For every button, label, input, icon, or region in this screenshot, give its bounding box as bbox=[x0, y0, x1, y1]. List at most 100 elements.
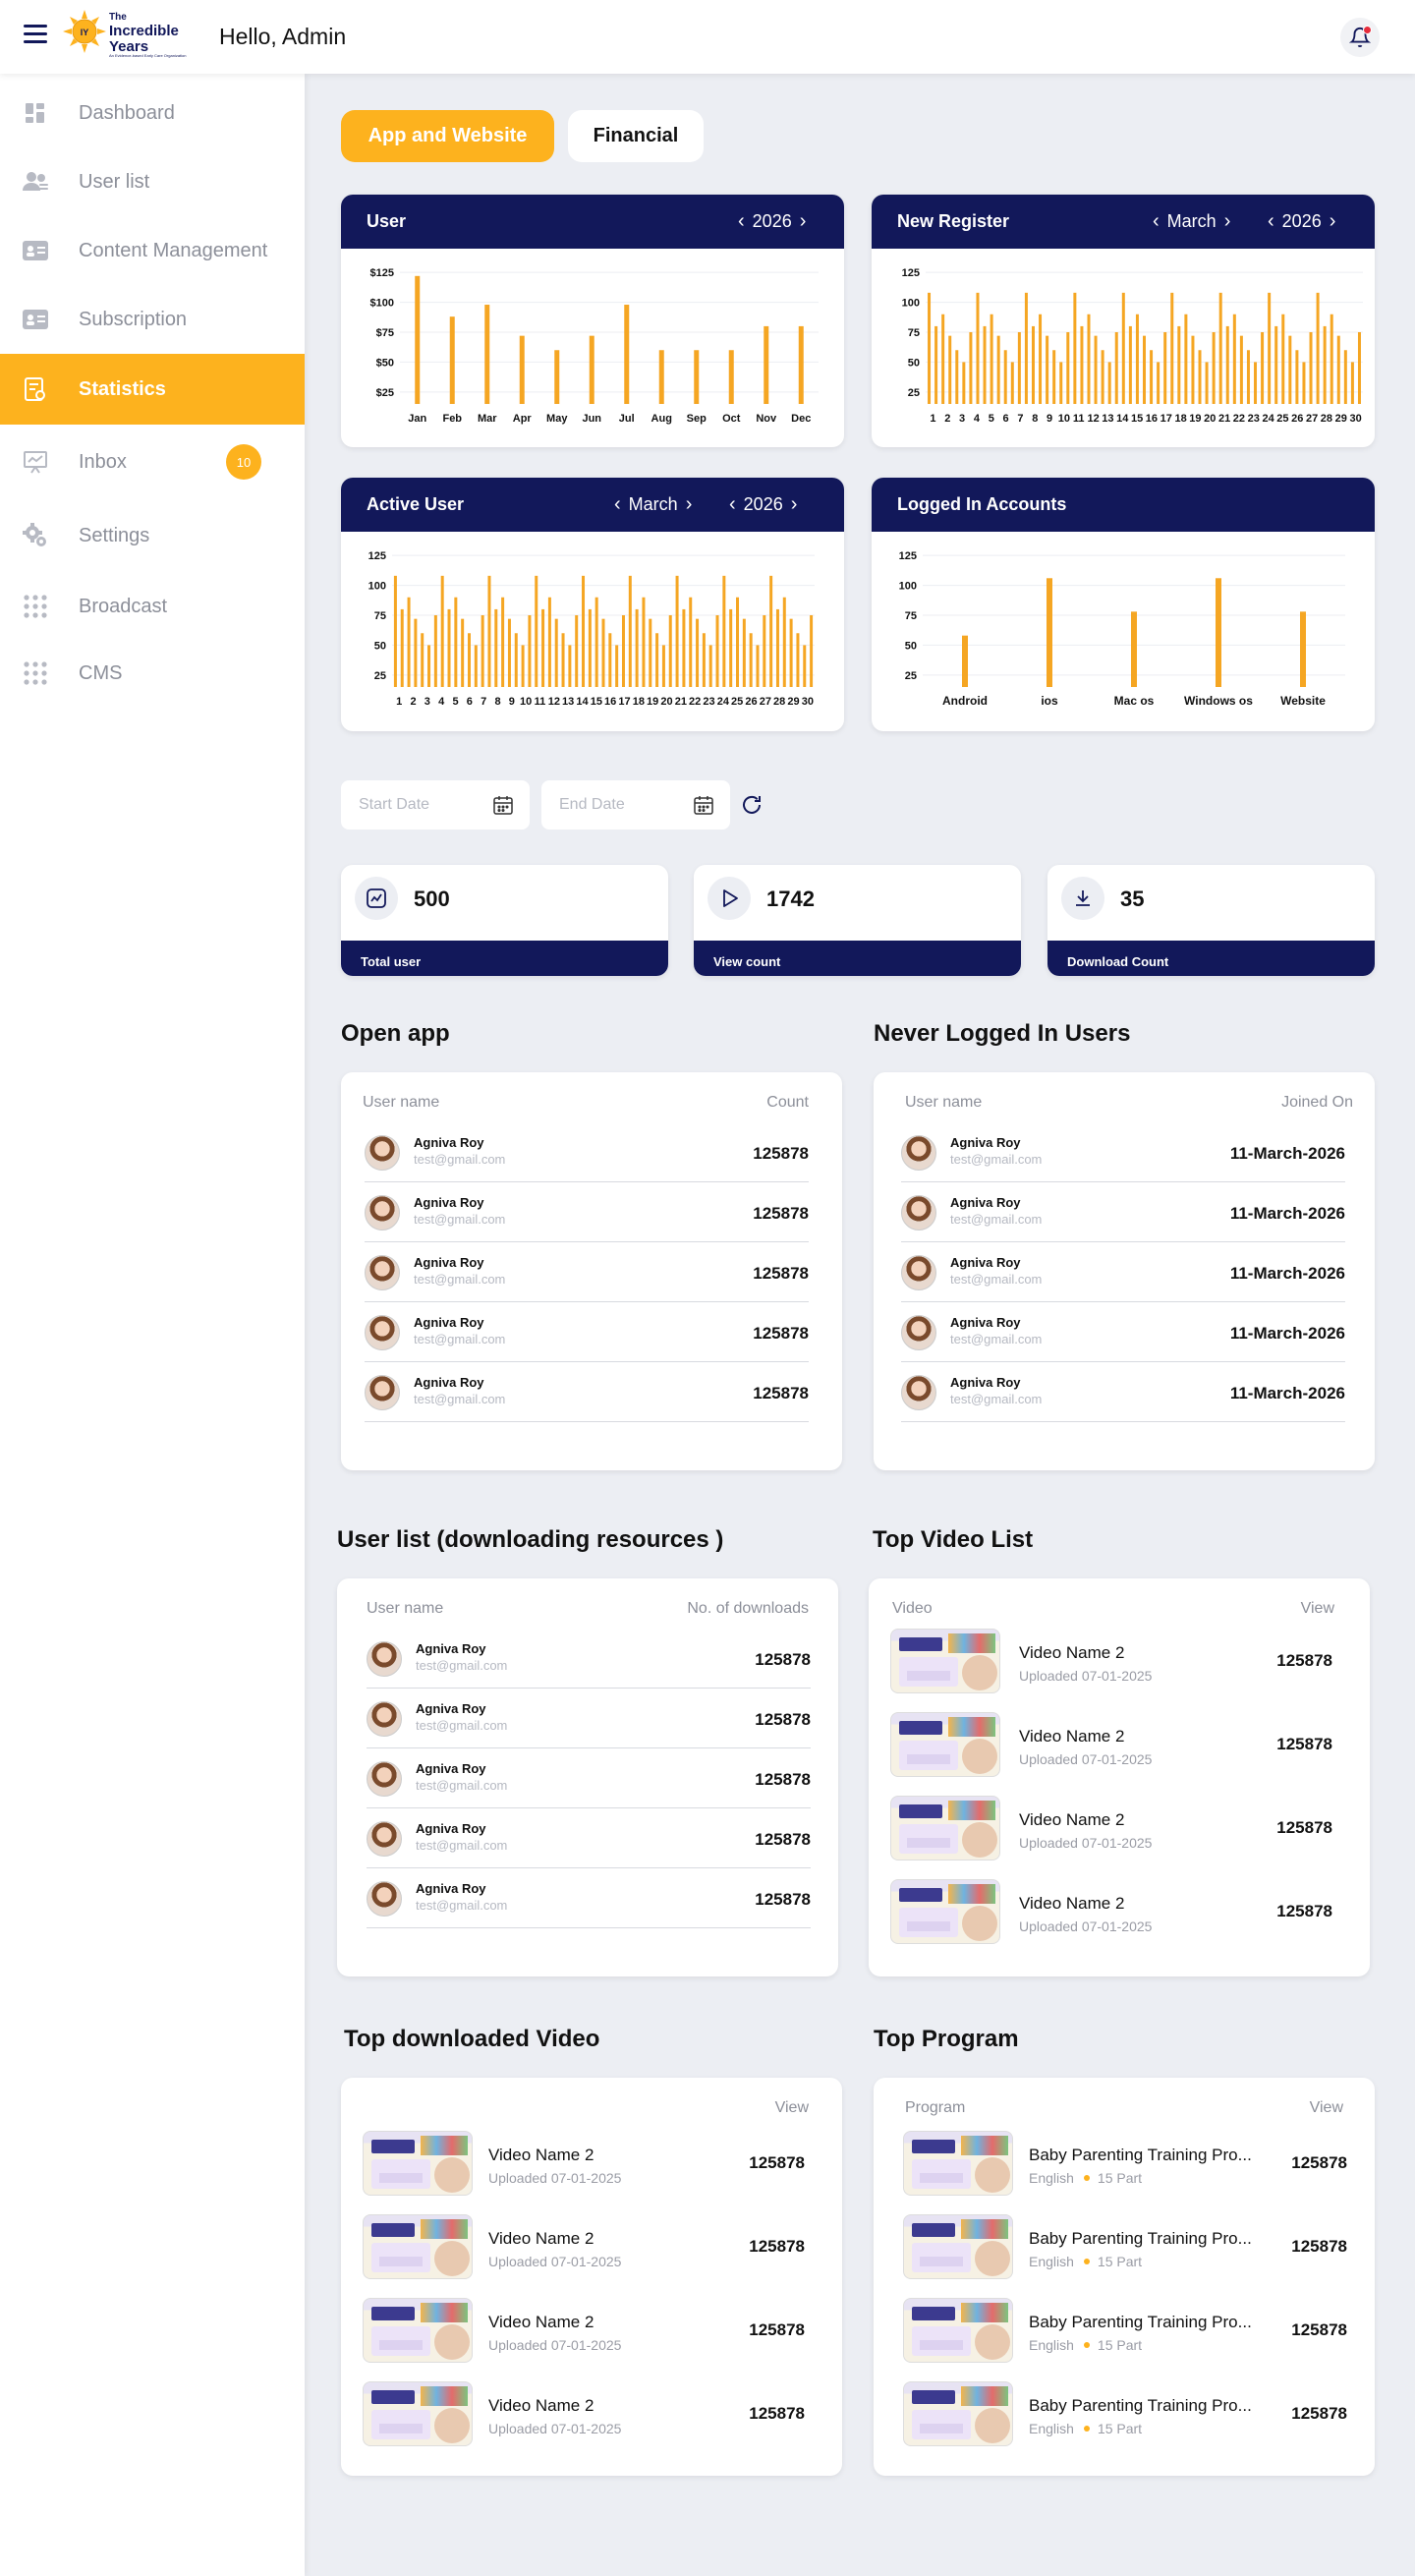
table-row[interactable]: Agniva Roy test@gmail.com 11-March-2026 bbox=[901, 1362, 1345, 1422]
program-row[interactable]: Baby Parenting Training Pro... English 15 … bbox=[903, 2214, 1347, 2283]
table-row[interactable]: Agniva Roy test@gmail.com 125878 bbox=[367, 1689, 811, 1748]
start-date-input[interactable]: Start Date bbox=[341, 780, 530, 830]
calendar-icon[interactable] bbox=[693, 794, 714, 816]
table-row[interactable]: Agniva Roy test@gmail.com 125878 bbox=[365, 1302, 809, 1362]
notification-button[interactable] bbox=[1340, 18, 1380, 57]
chevron-left-icon[interactable]: ‹ bbox=[1260, 210, 1282, 233]
chevron-right-icon[interactable]: › bbox=[1217, 210, 1239, 233]
chart-bar bbox=[1087, 314, 1091, 404]
top-program-title: Top Program bbox=[874, 2026, 1019, 2052]
year-selector[interactable]: 2026 bbox=[744, 494, 783, 515]
table-row[interactable]: Agniva Roy test@gmail.com 125878 bbox=[367, 1748, 811, 1808]
chevron-left-icon[interactable]: ‹ bbox=[1145, 210, 1167, 233]
user-email: test@gmail.com bbox=[950, 1272, 1043, 1287]
tab-app-and-website[interactable]: App and Website bbox=[341, 110, 554, 162]
chevron-right-icon[interactable]: › bbox=[1322, 210, 1344, 233]
video-row[interactable]: Video Name 2 Uploaded 07-01-2025 125878 bbox=[363, 2131, 805, 2200]
sidebar-item-cms[interactable]: CMS bbox=[0, 644, 305, 703]
video-thumbnail[interactable] bbox=[363, 2381, 473, 2446]
video-row[interactable]: Video Name 2 Uploaded 07-01-2025 125878 bbox=[890, 1796, 1332, 1864]
sidebar-item-user-list[interactable]: User list bbox=[0, 152, 305, 211]
sidebar-item-dashboard[interactable]: Dashboard bbox=[0, 84, 305, 143]
table-row[interactable]: Agniva Roy test@gmail.com 125878 bbox=[367, 1868, 811, 1928]
table-row[interactable]: Agniva Roy test@gmail.com 125878 bbox=[365, 1362, 809, 1422]
chevron-right-icon[interactable]: › bbox=[783, 493, 806, 516]
chevron-left-icon[interactable]: ‹ bbox=[606, 493, 629, 516]
video-row[interactable]: Video Name 2 Uploaded 07-01-2025 125878 bbox=[890, 1712, 1332, 1781]
chart-bar bbox=[1288, 335, 1292, 404]
video-row[interactable]: Video Name 2 Uploaded 07-01-2025 125878 bbox=[363, 2214, 805, 2283]
user-name: Agniva Roy bbox=[950, 1135, 1021, 1150]
chart-bar bbox=[1246, 350, 1250, 404]
video-thumbnail[interactable] bbox=[903, 2214, 1013, 2279]
program-row[interactable]: Baby Parenting Training Pro... English 15 … bbox=[903, 2298, 1347, 2367]
sidebar-item-statistics[interactable]: Statistics bbox=[0, 354, 305, 425]
chevron-right-icon[interactable]: › bbox=[678, 493, 701, 516]
end-date-input[interactable]: End Date bbox=[541, 780, 730, 830]
table-row[interactable]: Agniva Roy test@gmail.com 11-March-2026 bbox=[901, 1242, 1345, 1302]
video-thumbnail[interactable] bbox=[363, 2214, 473, 2279]
chart-bar bbox=[1003, 350, 1007, 404]
chart-bar bbox=[1309, 332, 1313, 404]
user-name: Agniva Roy bbox=[414, 1195, 484, 1210]
calendar-icon[interactable] bbox=[492, 794, 514, 816]
program-row[interactable]: Baby Parenting Training Pro... English 15 … bbox=[903, 2131, 1347, 2200]
table-row[interactable]: Agniva Roy test@gmail.com 11-March-2026 bbox=[901, 1302, 1345, 1362]
x-tick-label: Apr bbox=[513, 413, 533, 425]
video-row[interactable]: Video Name 2 Uploaded 07-01-2025 125878 bbox=[363, 2381, 805, 2450]
sidebar-item-subscription[interactable]: Subscription bbox=[0, 290, 305, 349]
video-thumbnail[interactable] bbox=[890, 1796, 1000, 1860]
refresh-icon[interactable] bbox=[740, 793, 764, 817]
year-selector[interactable]: 2026 bbox=[1282, 211, 1322, 232]
video-thumbnail[interactable] bbox=[363, 2131, 473, 2196]
video-row[interactable]: Video Name 2 Uploaded 07-01-2025 125878 bbox=[363, 2298, 805, 2367]
chevron-right-icon[interactable]: › bbox=[792, 210, 815, 233]
table-row[interactable]: Agniva Roy test@gmail.com 125878 bbox=[365, 1182, 809, 1242]
chart-bar bbox=[955, 350, 959, 404]
view-count: 125878 bbox=[1276, 1902, 1332, 1920]
video-thumbnail[interactable] bbox=[890, 1629, 1000, 1693]
month-selector[interactable]: March bbox=[629, 494, 678, 515]
video-thumbnail[interactable] bbox=[890, 1712, 1000, 1777]
video-thumbnail[interactable] bbox=[890, 1879, 1000, 1944]
menu-icon[interactable] bbox=[24, 25, 47, 44]
table-row[interactable]: Agniva Roy test@gmail.com 11-March-2026 bbox=[901, 1182, 1345, 1242]
chevron-left-icon[interactable]: ‹ bbox=[721, 493, 744, 516]
sidebar-item-broadcast[interactable]: Broadcast bbox=[0, 577, 305, 636]
tab-financial[interactable]: Financial bbox=[568, 110, 704, 162]
table-row[interactable]: Agniva Roy test@gmail.com 125878 bbox=[367, 1629, 811, 1689]
avatar bbox=[365, 1375, 400, 1410]
top-downloaded-title: Top downloaded Video bbox=[344, 2026, 600, 2052]
video-thumbnail[interactable] bbox=[363, 2298, 473, 2363]
table-row[interactable]: Agniva Roy test@gmail.com 11-March-2026 bbox=[901, 1122, 1345, 1182]
chart-bar bbox=[1350, 362, 1354, 404]
table-row[interactable]: Agniva Roy test@gmail.com 125878 bbox=[367, 1808, 811, 1868]
table-row[interactable]: Agniva Roy test@gmail.com 125878 bbox=[365, 1242, 809, 1302]
chart-bar bbox=[729, 608, 733, 687]
x-tick-label: 26 bbox=[1291, 413, 1303, 425]
sidebar-item-inbox[interactable]: Inbox 10 bbox=[0, 432, 305, 491]
video-row[interactable]: Video Name 2 Uploaded 07-01-2025 125878 bbox=[890, 1629, 1332, 1697]
video-thumbnail[interactable] bbox=[903, 2381, 1013, 2446]
chart-bar bbox=[1239, 335, 1243, 404]
video-row[interactable]: Video Name 2 Uploaded 07-01-2025 125878 bbox=[890, 1879, 1332, 1948]
month-selector[interactable]: March bbox=[1167, 211, 1217, 232]
year-selector[interactable]: 2026 bbox=[753, 211, 792, 232]
x-tick-label: 6 bbox=[467, 696, 473, 708]
table-row[interactable]: Agniva Roy test@gmail.com 125878 bbox=[365, 1122, 809, 1182]
brand-logo[interactable]: IY The Incredible Years An Evidence-base… bbox=[63, 8, 210, 65]
greeting: Hello, Admin bbox=[219, 24, 347, 49]
video-thumbnail[interactable] bbox=[903, 2298, 1013, 2363]
column-header: Count bbox=[766, 1094, 809, 1111]
chevron-left-icon[interactable]: ‹ bbox=[730, 210, 753, 233]
program-row[interactable]: Baby Parenting Training Pro... English 15 … bbox=[903, 2381, 1347, 2450]
avatar bbox=[365, 1315, 400, 1350]
video-thumbnail[interactable] bbox=[903, 2131, 1013, 2196]
sidebar-item-content-management[interactable]: Content Management bbox=[0, 221, 305, 280]
program-meta: English 15 Part bbox=[1029, 2170, 1142, 2186]
sidebar-item-settings[interactable]: Settings bbox=[0, 506, 305, 565]
x-tick-label: 10 bbox=[1058, 413, 1070, 425]
x-tick-label: 8 bbox=[494, 696, 500, 708]
chart-bar bbox=[514, 633, 518, 687]
chart-bar bbox=[449, 316, 455, 404]
